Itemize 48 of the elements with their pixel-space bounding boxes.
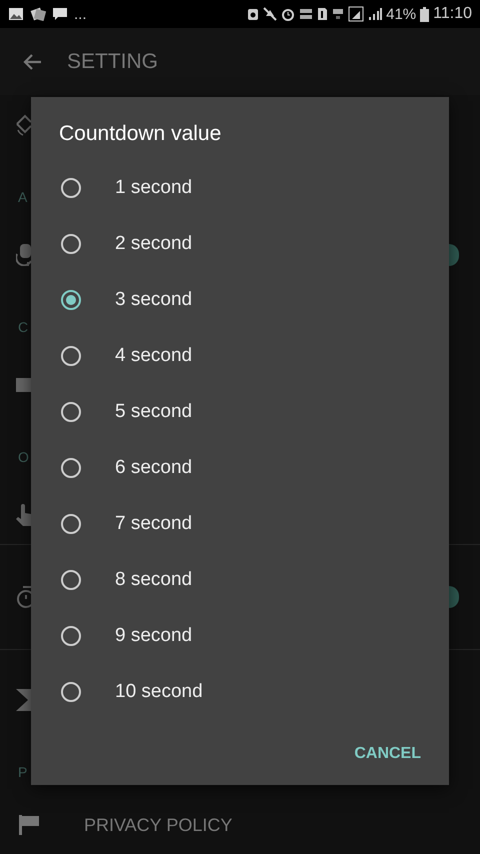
option-label[interactable]: 6 second bbox=[115, 457, 192, 479]
option-label[interactable]: 1 second bbox=[115, 177, 192, 199]
option-label[interactable]: 5 second bbox=[115, 401, 192, 423]
battery-percent: 41% bbox=[386, 6, 416, 22]
sim-icon bbox=[317, 7, 328, 21]
hand-icon bbox=[16, 504, 31, 526]
section-header: A bbox=[18, 189, 28, 205]
chat-icon bbox=[52, 7, 68, 21]
cards-icon bbox=[30, 7, 46, 21]
option-label[interactable]: 4 second bbox=[115, 345, 192, 367]
microphone-icon bbox=[16, 244, 31, 266]
image-icon bbox=[8, 7, 24, 21]
square-icon bbox=[16, 378, 31, 392]
toggle-switch[interactable] bbox=[449, 586, 459, 608]
option-label[interactable]: 10 second bbox=[115, 681, 203, 703]
radio-button[interactable] bbox=[61, 682, 81, 702]
radio-button[interactable] bbox=[61, 346, 81, 366]
screen-title: SETTING bbox=[67, 50, 158, 74]
section-header: O bbox=[18, 449, 29, 465]
battery-icon bbox=[420, 6, 430, 22]
radio-button[interactable] bbox=[61, 178, 81, 198]
section-header: P bbox=[18, 764, 28, 780]
option-label[interactable]: 7 second bbox=[115, 513, 192, 535]
alarm-icon bbox=[281, 7, 296, 21]
clock-time: 11:10 bbox=[433, 5, 472, 23]
section-header: C bbox=[18, 319, 28, 335]
signal-icon bbox=[348, 6, 364, 22]
rotate-icon bbox=[16, 114, 31, 136]
back-arrow-icon[interactable] bbox=[22, 52, 42, 70]
overflow-text: ... bbox=[74, 6, 87, 22]
option-label[interactable]: 3 second bbox=[115, 289, 192, 311]
radio-button[interactable] bbox=[61, 570, 81, 590]
radio-button[interactable] bbox=[61, 458, 81, 478]
radio-button[interactable] bbox=[61, 514, 81, 534]
radio-button[interactable] bbox=[61, 402, 81, 422]
radio-button[interactable] bbox=[61, 234, 81, 254]
flag-icon bbox=[19, 815, 39, 835]
option-label[interactable]: 9 second bbox=[115, 625, 192, 647]
toggle-switch[interactable] bbox=[449, 244, 459, 266]
cancel-button[interactable]: CANCEL bbox=[342, 737, 433, 771]
radio-button[interactable] bbox=[61, 290, 81, 310]
option-label[interactable]: 2 second bbox=[115, 233, 192, 255]
setting-label[interactable]: PRIVACY POLICY bbox=[84, 814, 232, 836]
signal-icon bbox=[368, 7, 382, 21]
timer-icon bbox=[16, 586, 31, 608]
option-label[interactable]: 8 second bbox=[115, 569, 192, 591]
radio-button[interactable] bbox=[61, 626, 81, 646]
dialog-title: Countdown value bbox=[58, 121, 222, 147]
